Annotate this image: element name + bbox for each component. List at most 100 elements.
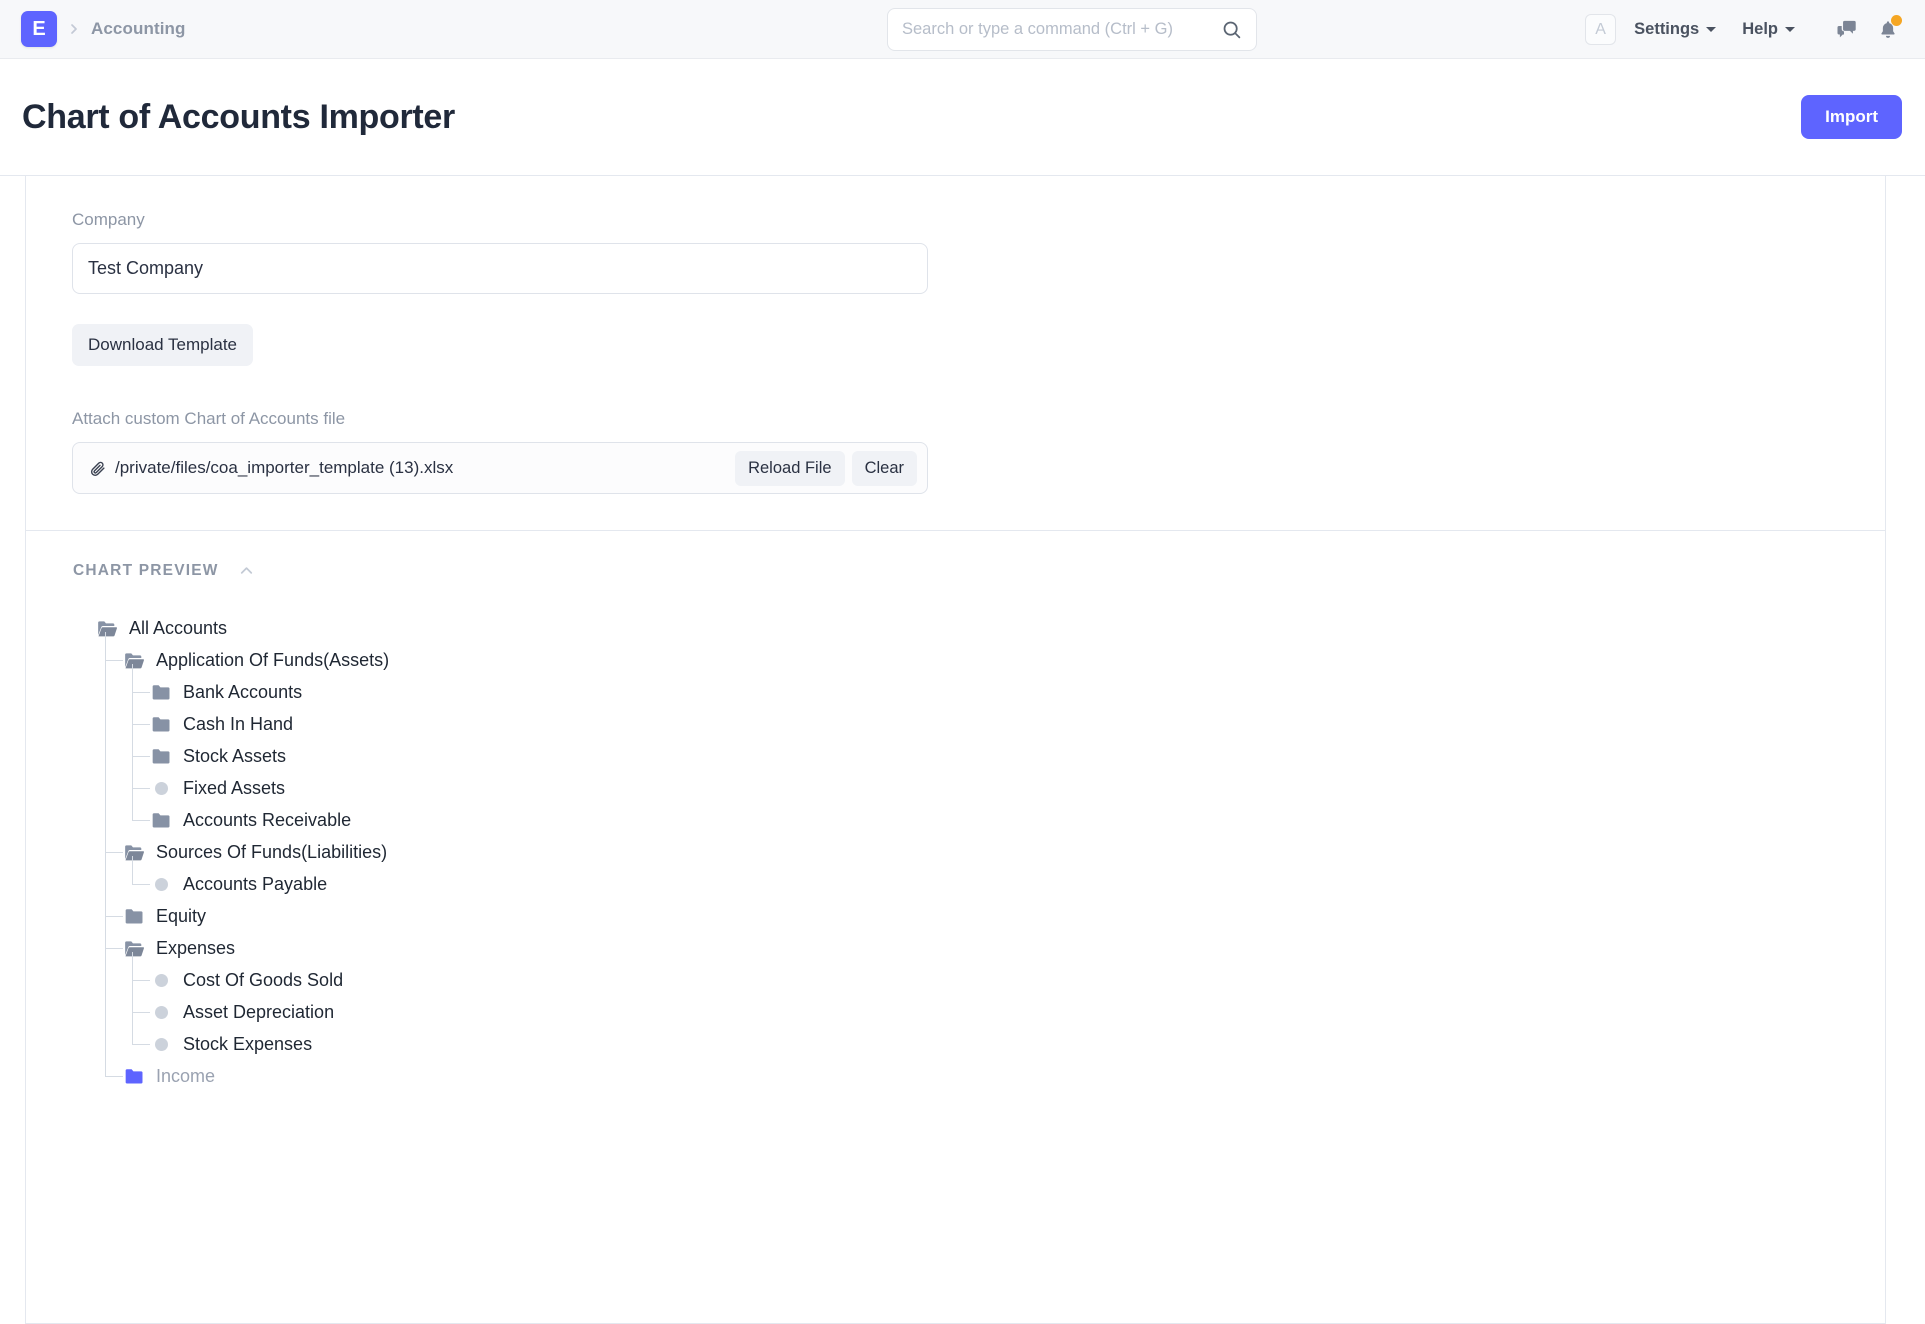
tree-item-label: Equity: [156, 905, 207, 926]
tree-item-asset-depreciation[interactable]: Asset Depreciation: [131, 996, 335, 1028]
chevron-down-icon: [1706, 27, 1717, 32]
tree-children: Application Of Funds(Assets) Bank Account…: [96, 632, 1885, 1092]
company-label: Company: [72, 210, 145, 229]
tree-item-application-of-funds-assets[interactable]: Application Of Funds(Assets): [104, 644, 390, 676]
tree-node: Equity: [104, 900, 1885, 932]
attachment-filename: /private/files/coa_importer_template (13…: [115, 458, 454, 477]
company-input[interactable]: [72, 243, 928, 294]
attachment-row: /private/files/coa_importer_template (13…: [72, 442, 928, 494]
breadcrumb[interactable]: Accounting: [91, 19, 186, 39]
leaf-dot-icon: [154, 877, 168, 891]
folder-open-icon: [123, 842, 145, 862]
tree-item-cash-in-hand[interactable]: Cash In Hand: [131, 708, 294, 740]
tree-item-equity[interactable]: Equity: [104, 900, 207, 932]
bell-icon[interactable]: [1871, 13, 1905, 47]
search-box[interactable]: [887, 8, 1257, 51]
tree-item-all-accounts[interactable]: All Accounts: [96, 612, 227, 644]
search-icon[interactable]: [1221, 19, 1242, 40]
tree-node: Income: [104, 1060, 1885, 1092]
chat-bubbles-icon[interactable]: [1829, 13, 1863, 47]
tree-item-fixed-assets[interactable]: Fixed Assets: [131, 772, 286, 804]
folder-open-icon: [124, 940, 144, 956]
tree-node: Stock Assets: [131, 740, 1885, 772]
tree-item-label: Stock Expenses: [183, 1033, 313, 1054]
attachment-name[interactable]: /private/files/coa_importer_template (13…: [89, 458, 735, 478]
folder-closed-icon: [152, 748, 169, 763]
tree-item-label: All Accounts: [129, 617, 228, 638]
folder-active-icon: [125, 1068, 142, 1083]
tree-item-cost-of-goods-sold[interactable]: Cost Of Goods Sold: [131, 964, 343, 996]
help-label: Help: [1742, 20, 1778, 38]
search-input[interactable]: [902, 20, 1221, 39]
page-title: Chart of Accounts Importer: [22, 97, 455, 136]
tree-item-sources-of-funds-liabilities[interactable]: Sources Of Funds(Liabilities): [104, 836, 388, 868]
folder-closed-icon: [152, 684, 169, 699]
tree-item-accounts-receivable[interactable]: Accounts Receivable: [131, 804, 352, 836]
folder-open-icon: [123, 938, 145, 958]
leaf-dot-icon: [154, 973, 168, 987]
download-template-button[interactable]: Download Template: [72, 324, 253, 366]
clear-file-button[interactable]: Clear: [851, 450, 917, 486]
import-button[interactable]: Import: [1801, 95, 1902, 139]
folder-closed-icon: [150, 714, 172, 734]
tree-item-income[interactable]: Income: [104, 1060, 215, 1092]
settings-label: Settings: [1634, 20, 1700, 38]
leaf-dot-icon: [150, 778, 172, 798]
tree-item-bank-accounts[interactable]: Bank Accounts: [131, 676, 303, 708]
tree-node: Stock Expenses: [131, 1028, 1885, 1060]
form-card: Company Download Template Attach custom …: [25, 176, 1886, 1324]
folder-open-icon: [123, 650, 145, 670]
leaf-dot-icon: [154, 1037, 168, 1051]
help-menu[interactable]: Help: [1742, 20, 1795, 39]
tree-item-stock-expenses[interactable]: Stock Expenses: [131, 1028, 313, 1060]
attach-label: Attach custom Chart of Accounts file: [72, 409, 346, 428]
tree-item-label: Cash In Hand: [183, 713, 294, 734]
folder-open-icon: [124, 652, 144, 668]
tree-item-label: Stock Assets: [183, 745, 287, 766]
page-header: Chart of Accounts Importer Import: [0, 59, 1925, 176]
navbar-left: E Accounting: [0, 11, 186, 47]
tree-item-label: Fixed Assets: [183, 777, 286, 798]
folder-closed-icon: [150, 746, 172, 766]
tree-node: Application Of Funds(Assets) Bank Account…: [104, 644, 1885, 836]
settings-menu[interactable]: Settings: [1634, 20, 1717, 39]
tree-node: Sources Of Funds(Liabilities) Accounts Pa…: [104, 836, 1885, 900]
tree-item-expenses[interactable]: Expenses: [104, 932, 235, 964]
tree-node: Cost Of Goods Sold: [131, 964, 1885, 996]
folder-closed-icon: [123, 906, 145, 926]
folder-closed-icon: [152, 812, 169, 827]
folder-open-icon: [96, 618, 118, 638]
chevron-down-icon: [1785, 27, 1795, 32]
chevron-up-icon[interactable]: [237, 561, 256, 580]
tree-item-label: Asset Depreciation: [183, 1001, 335, 1022]
tree-node: Cash In Hand: [131, 708, 1885, 740]
tree-node: All Accounts Application Of Funds(Assets)…: [96, 612, 1885, 1092]
reload-file-button[interactable]: Reload File: [735, 450, 845, 486]
folder-active-icon: [123, 1066, 145, 1086]
tree-item-label: Sources Of Funds(Liabilities): [156, 841, 388, 862]
chart-preview-title: CHART PREVIEW: [73, 561, 219, 579]
app-logo[interactable]: E: [21, 11, 57, 47]
tree-node: Accounts Payable: [131, 868, 1885, 900]
tree-children: Cost Of Goods Sold Asset Depreciation Stoc…: [123, 952, 1885, 1060]
chart-preview-tree: All Accounts Application Of Funds(Assets)…: [26, 580, 1885, 1092]
chart-preview-section-header[interactable]: CHART PREVIEW: [26, 531, 256, 580]
tree-item-label: Bank Accounts: [183, 681, 303, 702]
tree-item-accounts-payable[interactable]: Accounts Payable: [131, 868, 328, 900]
navbar: E Accounting A Settings Help: [0, 0, 1925, 59]
tree-item-label: Accounts Receivable: [183, 809, 352, 830]
leaf-dot-icon: [154, 781, 168, 795]
paperclip-icon: [89, 460, 106, 477]
leaf-dot-icon: [150, 1002, 172, 1022]
section-divider: [26, 530, 1885, 531]
folder-closed-icon: [152, 716, 169, 731]
avatar[interactable]: A: [1585, 14, 1617, 45]
leaf-dot-icon: [154, 1005, 168, 1019]
tree-item-label: Accounts Payable: [183, 873, 328, 894]
chevron-right-icon: [57, 21, 91, 37]
tree-node: Bank Accounts: [131, 676, 1885, 708]
leaf-dot-icon: [150, 970, 172, 990]
folder-closed-icon: [125, 908, 142, 923]
tree-item-label: Application Of Funds(Assets): [156, 649, 390, 670]
tree-item-stock-assets[interactable]: Stock Assets: [131, 740, 287, 772]
